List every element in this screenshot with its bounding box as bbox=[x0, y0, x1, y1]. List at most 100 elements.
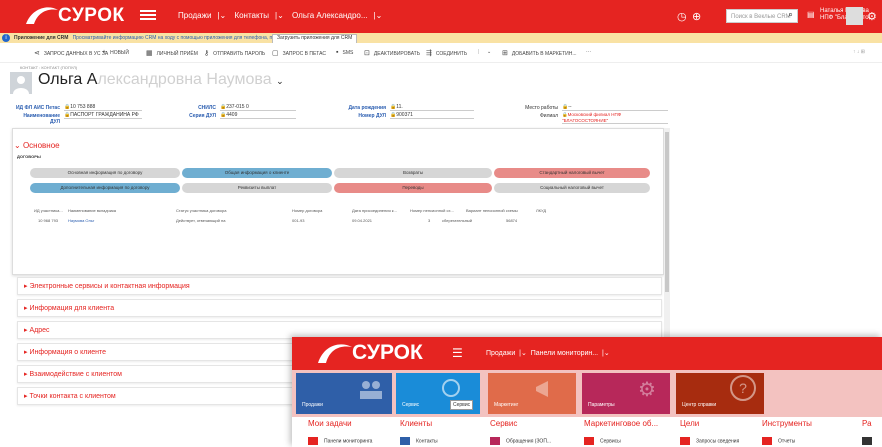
record-nav-icons[interactable]: ↑ ↓ ⊞ bbox=[853, 49, 865, 55]
pill-additional-contract-info[interactable]: Дополнительная информация по договору bbox=[30, 183, 180, 193]
add-icon[interactable]: ⊕ bbox=[692, 10, 704, 23]
app-logo[interactable]: СУРОК bbox=[22, 4, 124, 28]
item-dashboards[interactable]: Панели мониторинга bbox=[308, 437, 372, 445]
item-cases[interactable]: Обращения (ЗОП... bbox=[490, 437, 551, 445]
field-value-ais-id[interactable]: 🔒10 753 888 bbox=[64, 104, 142, 111]
command-bar: ⋖ ЗАПРОС ДАННЫХ В УС ЗА + НОВЫЙ ▦ ЛИЧНЫЙ ПР… bbox=[0, 43, 882, 63]
apps-icon[interactable]: ▤ bbox=[807, 10, 819, 22]
cell-participant-id: 10 968 793 bbox=[38, 218, 59, 223]
overlay-nav-sales[interactable]: Продажи bbox=[486, 350, 515, 357]
cmd-request-petas[interactable]: ▢ ЗАПРОС В ПЕТАС bbox=[272, 49, 326, 57]
cmd-label: ЛИЧНЫЙ ПРИЁМ bbox=[156, 51, 198, 57]
field-value-snils[interactable]: 🔒237-015 0 bbox=[220, 104, 296, 111]
headset-icon bbox=[442, 379, 460, 397]
tile-sales[interactable]: Продажи bbox=[296, 373, 392, 414]
pill-transfers[interactable]: Переводы bbox=[334, 183, 492, 193]
item-contacts[interactable]: Контакты bbox=[400, 437, 438, 445]
record-breadcrumb: КОНТАКТ : КОНТАКТ (ПОПУЛ) bbox=[20, 65, 78, 70]
item-label: Отчеты bbox=[778, 438, 796, 445]
field-value-doc-number[interactable]: 🔒900371 bbox=[390, 112, 474, 119]
pill-payment-details[interactable]: Реквизиты выплат bbox=[182, 183, 332, 193]
field-value-doc-series[interactable]: 🔒4409 bbox=[220, 112, 296, 119]
cmd-label: ОТПРАВИТЬ ПАРОЛЬ bbox=[213, 51, 266, 57]
field-label-birth-date: Дата рождения bbox=[348, 105, 386, 111]
cmd-deactivate[interactable]: ⊡ ДЕАКТИВИРОВАТЬ bbox=[364, 49, 420, 57]
col-contract-number[interactable]: Номер договора bbox=[292, 208, 322, 213]
cmd-overflow[interactable]: ··· bbox=[586, 49, 591, 55]
cmd-add-marketing[interactable]: ⊞ ДОБАВИТЬ В МАРКЕТИН... bbox=[502, 49, 577, 57]
field-label-snils: СНИЛС bbox=[198, 105, 216, 111]
col-tools: Инструменты bbox=[762, 419, 812, 428]
overlay-nav-dashboards[interactable]: Панели мониторин... bbox=[531, 350, 598, 357]
section-client-info-for[interactable]: ▸ Информация для клиента bbox=[17, 299, 662, 317]
hamburger-menu-icon[interactable] bbox=[140, 8, 156, 22]
calendar-icon: ▦ bbox=[146, 50, 153, 57]
cell-depositor-name[interactable]: Наумова Ольг bbox=[68, 218, 94, 223]
cmd-new[interactable]: + НОВЫЙ bbox=[102, 49, 129, 56]
cmd-label: СОЕДИНИТЬ bbox=[435, 51, 468, 57]
col-my-tasks: Мои задачи bbox=[308, 419, 352, 428]
breadcrumb-nav: Продажи |⌄ Контакты |⌄ Ольга Александро...… bbox=[178, 11, 383, 20]
logo-swoosh-icon bbox=[318, 344, 352, 363]
nav-record[interactable]: Ольга Александро... bbox=[292, 11, 368, 20]
tile-service[interactable]: Сервис Сервис bbox=[396, 373, 480, 414]
field-value-birth-date[interactable]: 🔒11. bbox=[390, 104, 474, 111]
tile-help-center[interactable]: Центр справки? bbox=[676, 373, 764, 414]
item-label: Сервисы bbox=[600, 438, 621, 445]
search-icon[interactable]: ⌕ bbox=[788, 9, 800, 21]
name-dropdown-icon[interactable]: ⌄ bbox=[276, 76, 284, 86]
tile-label: Центр справки bbox=[682, 402, 717, 408]
section-title-text: Основное bbox=[22, 141, 60, 150]
pill-standard-tax-deduction[interactable]: Стандартный налоговый вычет bbox=[494, 168, 650, 178]
hamburger-menu-icon[interactable]: ☰ bbox=[452, 346, 463, 360]
col-join-date[interactable]: Дата присоединения к... bbox=[352, 208, 397, 213]
section-electronic-services[interactable]: ▸ Электронные сервисы и контактная инфор… bbox=[17, 277, 662, 295]
scrollbar-thumb[interactable] bbox=[665, 132, 669, 292]
cases-icon bbox=[490, 437, 500, 445]
nav-contacts[interactable]: Контакты bbox=[234, 11, 269, 20]
field-label-branch: Филиал bbox=[539, 113, 558, 119]
item-label: Обращения (ЗОП... bbox=[506, 438, 552, 445]
col-participant-id[interactable]: ИД участника... bbox=[34, 208, 63, 213]
pill-social-tax-deduction[interactable]: Социальный налоговый вычет bbox=[494, 183, 650, 193]
pill-client-general-info[interactable]: Общая информация о клиенте bbox=[182, 168, 332, 178]
section-main-title[interactable]: ⌄ Основное bbox=[14, 141, 60, 150]
col-lkud[interactable]: ЛКУД bbox=[536, 208, 546, 213]
cmd-send-password[interactable]: ⚷ ОТПРАВИТЬ ПАРОЛЬ bbox=[204, 49, 265, 57]
col-clients: Клиенты bbox=[400, 419, 433, 428]
col-truncated: Ра bbox=[862, 419, 872, 428]
item-reports[interactable]: Отчеты bbox=[762, 437, 795, 445]
field-value-doc-name[interactable]: 🔒ПАСПОРТ ГРАЖДАНИНА РФ bbox=[64, 112, 142, 119]
field-text: 900371 bbox=[396, 112, 413, 118]
settings-gear-icon[interactable]: ⚙ bbox=[867, 10, 879, 23]
tile-marketing[interactable]: Маркетинг bbox=[488, 373, 576, 414]
item-info-requests[interactable]: Запросы сведения bbox=[680, 437, 739, 445]
navigation-overlay-window: СУРОК ☰ Продажи |⌄ Панели мониторин... |… bbox=[292, 337, 882, 447]
col-depositor-name[interactable]: Наименование вкладчика bbox=[68, 208, 116, 213]
col-participant-status[interactable]: Статус участника договора bbox=[176, 208, 226, 213]
pill-main-contract-info[interactable]: Основная информация по договору bbox=[30, 168, 180, 178]
field-value-workplace[interactable]: 🔒-- bbox=[562, 104, 668, 111]
cmd-personal-reception[interactable]: ▦ ЛИЧНЫЙ ПРИЁМ bbox=[146, 49, 198, 57]
clock-icon[interactable]: ◷ bbox=[677, 10, 689, 23]
overlay-top-bar: СУРОК ☰ Продажи |⌄ Панели мониторин... |… bbox=[292, 337, 882, 370]
cmd-label: SMS bbox=[342, 50, 354, 56]
col-pension-scheme-variant[interactable]: Вариант пенсионной схемы bbox=[466, 208, 518, 213]
cmd-more-dropdown[interactable]: ⌄ bbox=[487, 49, 491, 55]
section-label: Точки контакта с клиентом bbox=[29, 393, 116, 400]
cmd-sms[interactable]: ▪ SMS bbox=[336, 49, 353, 56]
field-value-branch[interactable]: 🔒Московский филиал НПФ "БЛАГОСОСТОЯНИЕ" bbox=[562, 112, 668, 124]
user-avatar[interactable] bbox=[846, 7, 863, 25]
tile-settings[interactable]: Параметры ⚙ bbox=[582, 373, 670, 414]
item-more[interactable] bbox=[862, 437, 878, 445]
cell-contract-number[interactable]: 001-93 bbox=[292, 218, 304, 223]
pill-returns[interactable]: Возвраты bbox=[334, 168, 492, 178]
col-pension-scheme-number[interactable]: Номер пенсионной сх... bbox=[410, 208, 454, 213]
merge-icon: ⇶ bbox=[426, 50, 432, 57]
item-services[interactable]: Сервисы bbox=[584, 437, 621, 445]
nav-sales[interactable]: Продажи bbox=[178, 11, 211, 20]
cmd-merge[interactable]: ⇶ СОЕДИНИТЬ bbox=[426, 49, 467, 57]
cmd-label: НОВЫЙ bbox=[110, 50, 129, 56]
cmd-request-data[interactable]: ⋖ ЗАПРОС ДАННЫХ В УС ЗА bbox=[34, 49, 108, 57]
key-icon: ⚷ bbox=[204, 50, 210, 57]
